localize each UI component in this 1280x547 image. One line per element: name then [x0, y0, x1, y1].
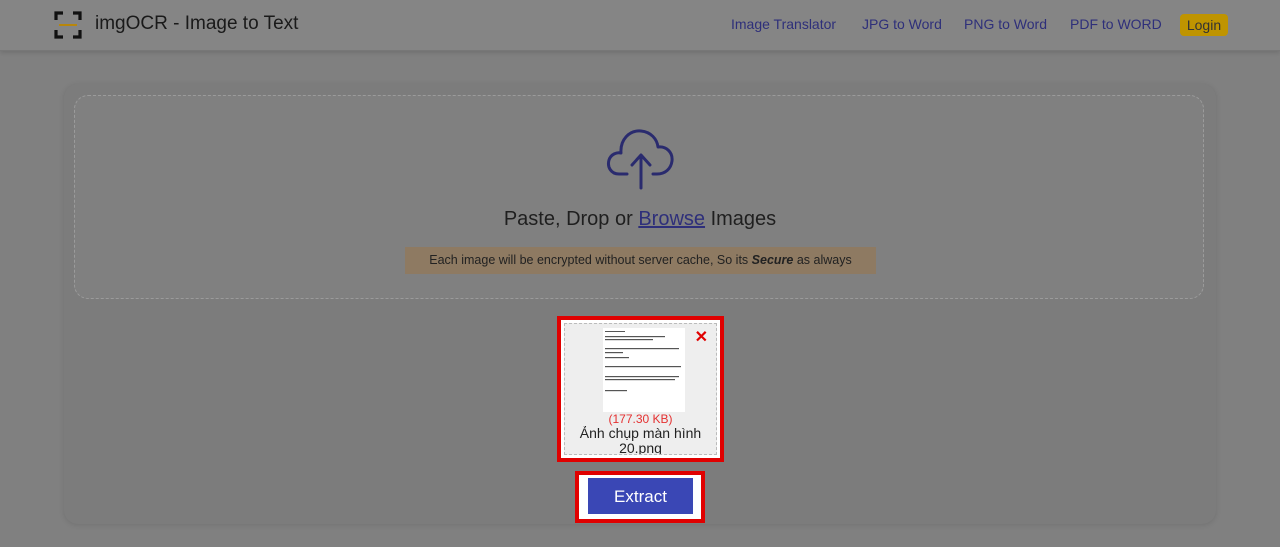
top-header: imgOCR - Image to Text Image Translator … [0, 0, 1280, 51]
notice-text-after: as always [793, 253, 852, 267]
upload-prompt: Paste, Drop or Browse Images [0, 208, 1280, 231]
cloud-upload-icon [607, 129, 674, 190]
file-preview-area: ✕ (177.30 KB) Ảnh chụp màn hình 20.png [564, 323, 717, 455]
file-name: Ảnh chụp màn hình 20.png [579, 426, 702, 454]
security-notice: Each image will be encrypted without ser… [405, 247, 876, 274]
nav-image-translator[interactable]: Image Translator [731, 16, 836, 32]
notice-text-before: Each image will be encrypted without ser… [429, 253, 752, 267]
extract-button[interactable]: Extract [588, 478, 693, 514]
brand-title[interactable]: imgOCR - Image to Text [95, 13, 298, 35]
prompt-text-after: Images [705, 208, 777, 230]
close-icon[interactable]: ✕ [695, 330, 708, 346]
prompt-text-before: Paste, Drop or [503, 208, 639, 230]
nav-pdf-to-word[interactable]: PDF to WORD [1070, 16, 1162, 32]
notice-emphasis: Secure [751, 253, 794, 267]
scan-frame-icon[interactable] [54, 11, 82, 39]
uploaded-file-card: ✕ (177.30 KB) Ảnh chụp màn hình 20.png [557, 316, 724, 462]
login-button[interactable]: Login [1180, 14, 1228, 36]
nav-png-to-word[interactable]: PNG to Word [964, 16, 1047, 32]
file-size: (177.30 KB) [608, 412, 673, 426]
nav-jpg-to-word[interactable]: JPG to Word [862, 16, 942, 32]
browse-link[interactable]: Browse [638, 208, 705, 230]
file-thumbnail [603, 328, 685, 412]
